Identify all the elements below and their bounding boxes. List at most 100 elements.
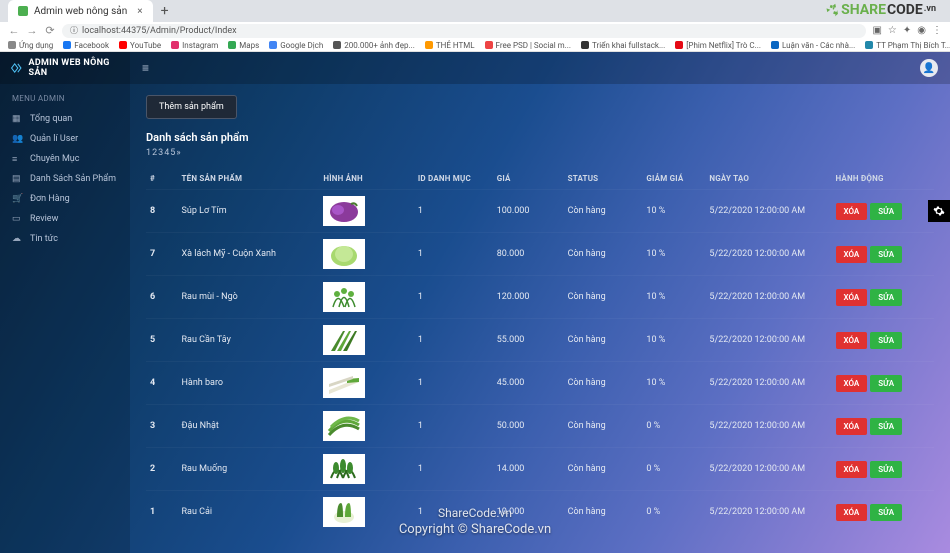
cell-actions: XÓASỬA — [832, 362, 935, 405]
sidebar-item-cloud[interactable]: ☁Tin tức — [0, 229, 130, 249]
cell-category: 1 — [414, 319, 493, 362]
sidebar: ADMIN WEB NÔNG SẢN MENU ADMIN ▦Tổng quan… — [0, 52, 130, 553]
cell-image — [319, 405, 414, 448]
sidebar-item-users[interactable]: 👥Quản lí User — [0, 129, 130, 149]
cell-image — [319, 448, 414, 491]
page-link[interactable]: 5 — [170, 148, 175, 158]
table-header-row: #TÊN SẢN PHẨMHÌNH ẢNHID DANH MỤCGIÁSTATU… — [146, 168, 934, 190]
sidebar-item-calendar[interactable]: ▭Review — [0, 209, 130, 229]
avatar[interactable]: 👤 — [920, 59, 938, 77]
cell-index: 1 — [146, 491, 178, 534]
cell-discount: 10 % — [642, 362, 705, 405]
star-icon[interactable]: ☆ — [888, 25, 897, 36]
bookmark-item[interactable]: THẺ HTML — [425, 41, 475, 50]
page-link[interactable]: 4 — [164, 148, 169, 158]
page-link[interactable]: 1 — [146, 148, 151, 158]
edit-button[interactable]: SỬA — [870, 418, 902, 435]
cell-category: 1 — [414, 276, 493, 319]
delete-button[interactable]: XÓA — [836, 375, 868, 392]
cloud-icon: ☁ — [12, 234, 22, 244]
page-link[interactable]: 3 — [158, 148, 163, 158]
edit-button[interactable]: SỬA — [870, 332, 902, 349]
qr-icon[interactable]: ▣ — [872, 25, 881, 36]
extension-icon[interactable]: ✦ — [903, 25, 911, 36]
bookmark-item[interactable]: Ứng dụng — [8, 41, 53, 50]
tab-title: Admin web nông sản — [34, 6, 127, 17]
delete-button[interactable]: XÓA — [836, 332, 868, 349]
product-table: #TÊN SẢN PHẨMHÌNH ẢNHID DANH MỤCGIÁSTATU… — [146, 168, 934, 533]
page-link[interactable]: » — [176, 148, 180, 158]
cell-status: Còn hàng — [564, 448, 643, 491]
close-tab-icon[interactable]: × — [137, 6, 142, 17]
bookmark-item[interactable]: Instagram — [171, 41, 218, 50]
col-header: HÀNH ĐỘNG — [832, 168, 935, 190]
app-title: ADMIN WEB NÔNG SẢN — [29, 58, 121, 78]
cell-actions: XÓASỬA — [832, 405, 935, 448]
bookmark-item[interactable]: Luận văn - Các nhà... — [771, 41, 855, 50]
bookmark-item[interactable]: TT Phạm Thị Bích T... — [865, 41, 950, 50]
edit-button[interactable]: SỬA — [870, 246, 902, 263]
product-thumb — [323, 239, 365, 269]
bookmark-item[interactable]: [Phim Netflix] Trò C... — [675, 41, 761, 50]
bookmark-item[interactable]: Facebook — [63, 41, 109, 50]
add-product-button[interactable]: Thêm sản phẩm — [146, 95, 237, 119]
hamburger-icon[interactable]: ≡ — [142, 61, 149, 75]
sidebar-item-cart[interactable]: 🛒Đơn Hàng — [0, 189, 130, 209]
cell-date: 5/22/2020 12:00:00 AM — [705, 448, 831, 491]
cell-index: 3 — [146, 405, 178, 448]
edit-button[interactable]: SỬA — [870, 289, 902, 306]
bookmark-item[interactable]: Free PSD | Social m... — [485, 41, 571, 50]
cell-date: 5/22/2020 12:00:00 AM — [705, 233, 831, 276]
delete-button[interactable]: XÓA — [836, 289, 868, 306]
col-header: HÌNH ẢNH — [319, 168, 414, 190]
address-row: ← → ⟳ ⓘ localhost:44375/Admin/Product/In… — [0, 22, 950, 39]
edit-button[interactable]: SỬA — [870, 375, 902, 392]
profile-icon[interactable]: ◉ — [917, 25, 926, 36]
delete-button[interactable]: XÓA — [836, 246, 868, 263]
bookmark-item[interactable]: YouTube — [119, 41, 161, 50]
new-tab-button[interactable]: + — [153, 3, 177, 19]
delete-button[interactable]: XÓA — [836, 461, 868, 478]
settings-gear[interactable] — [928, 200, 950, 222]
delete-button[interactable]: XÓA — [836, 504, 868, 521]
admin-app: ADMIN WEB NÔNG SẢN MENU ADMIN ▦Tổng quan… — [0, 52, 950, 553]
cell-name: Hành baro — [178, 362, 320, 405]
cell-category: 1 — [414, 405, 493, 448]
cell-date: 5/22/2020 12:00:00 AM — [705, 276, 831, 319]
col-header: GIẢM GIÁ — [642, 168, 705, 190]
cell-index: 2 — [146, 448, 178, 491]
bookmark-item[interactable]: Triển khai fullstack... — [581, 41, 665, 50]
cell-index: 5 — [146, 319, 178, 362]
menu-icon[interactable]: ⋮ — [932, 25, 942, 36]
forward-button[interactable]: → — [26, 24, 38, 37]
page-link[interactable]: 2 — [152, 148, 157, 158]
delete-button[interactable]: XÓA — [836, 418, 868, 435]
cell-name: Xà lách Mỹ - Cuộn Xanh — [178, 233, 320, 276]
cell-image — [319, 491, 414, 534]
sidebar-item-folder[interactable]: ≡Chuyên Mục — [0, 149, 130, 169]
cell-price: 45.000 — [493, 362, 564, 405]
browser-tab[interactable]: Admin web nông sản × — [8, 0, 153, 22]
product-thumb — [323, 368, 365, 398]
logo-icon — [10, 61, 23, 75]
delete-button[interactable]: XÓA — [836, 203, 868, 220]
sidebar-item-list[interactable]: ▤Danh Sách Sản Phẩm — [0, 169, 130, 189]
bookmark-item[interactable]: Google Dịch — [269, 41, 323, 50]
bookmark-item[interactable]: Maps — [228, 41, 259, 50]
cell-image — [319, 319, 414, 362]
bookmarks-bar: Ứng dụng Facebook YouTube Instagram Maps Goog… — [0, 39, 950, 51]
back-button[interactable]: ← — [8, 24, 20, 37]
address-bar[interactable]: ⓘ localhost:44375/Admin/Product/Index — [62, 24, 866, 38]
cell-index: 7 — [146, 233, 178, 276]
reload-button[interactable]: ⟳ — [44, 24, 56, 37]
cell-image — [319, 190, 414, 233]
cell-status: Còn hàng — [564, 319, 643, 362]
edit-button[interactable]: SỬA — [870, 461, 902, 478]
cell-date: 5/22/2020 12:00:00 AM — [705, 319, 831, 362]
sidebar-item-dashboard[interactable]: ▦Tổng quan — [0, 109, 130, 129]
cell-name: Súp Lơ Tím — [178, 190, 320, 233]
cell-status: Còn hàng — [564, 405, 643, 448]
edit-button[interactable]: SỬA — [870, 203, 902, 220]
edit-button[interactable]: SỬA — [870, 504, 902, 521]
bookmark-item[interactable]: 200.000+ ảnh đẹp... — [333, 41, 415, 50]
